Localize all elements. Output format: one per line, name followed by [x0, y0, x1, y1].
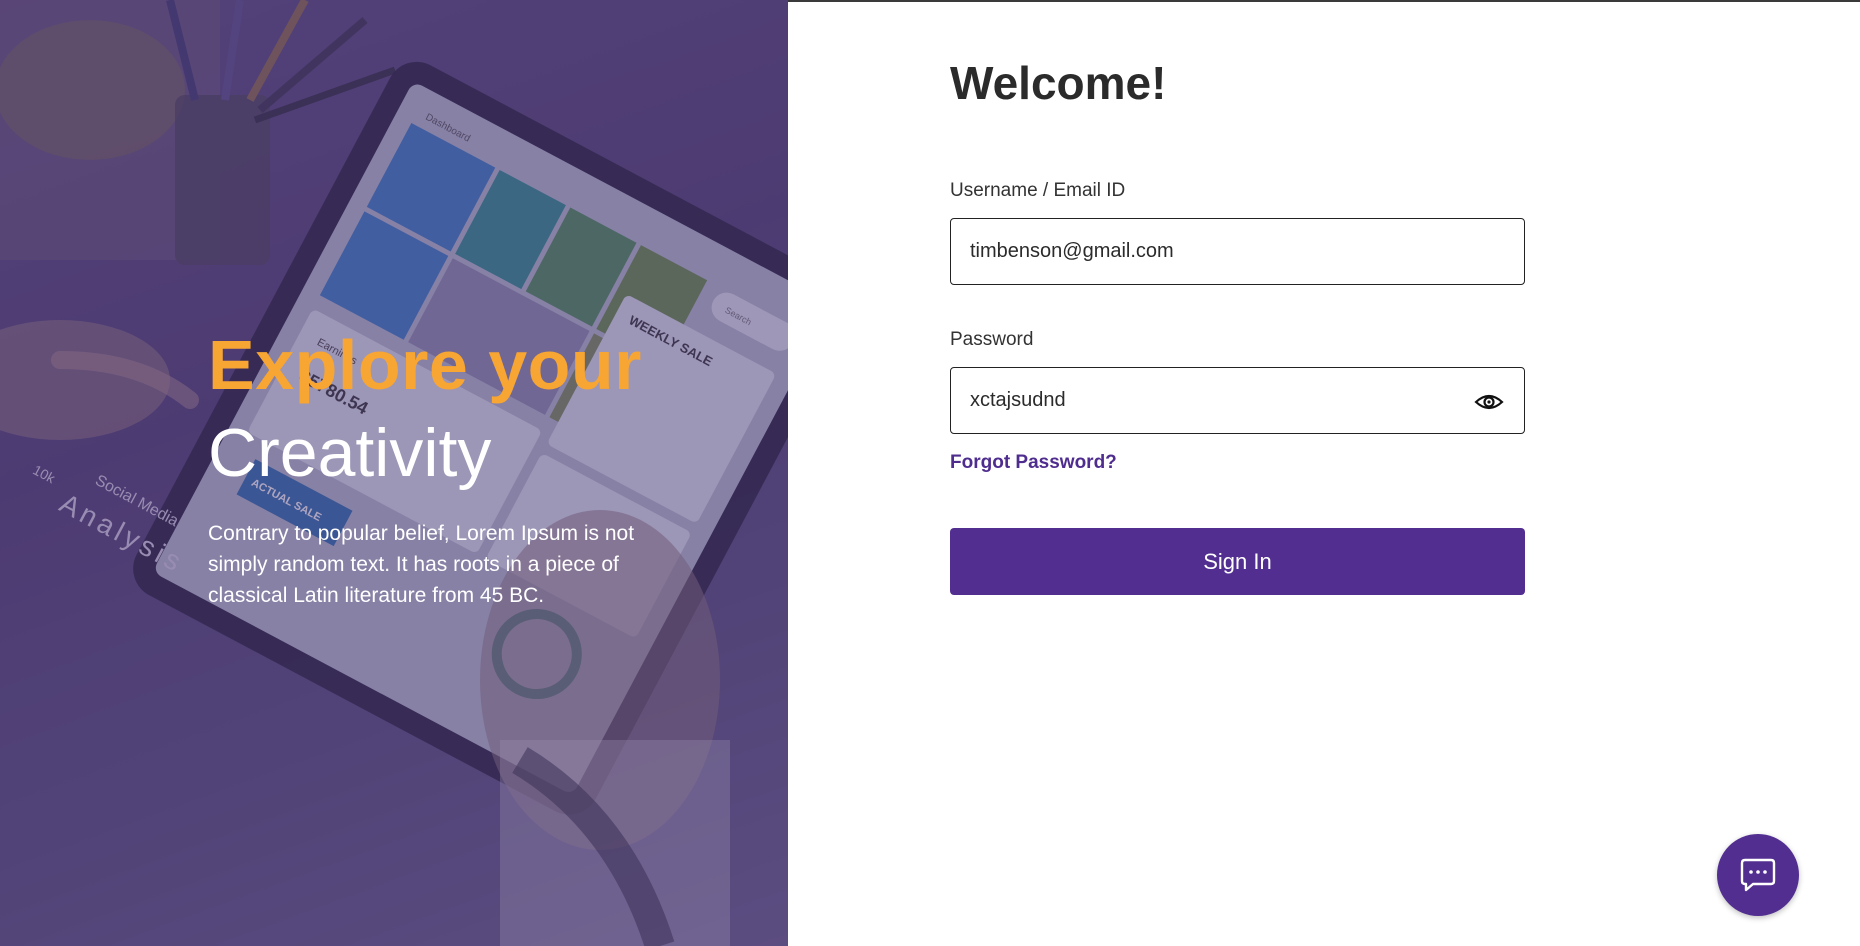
username-label: Username / Email ID	[950, 180, 1126, 201]
forgot-password-link[interactable]: Forgot Password?	[950, 452, 1117, 474]
password-input[interactable]	[970, 368, 1450, 433]
hero-title-highlight: Explore your	[208, 326, 642, 404]
eye-icon[interactable]	[1474, 387, 1504, 417]
sign-in-button[interactable]: Sign In	[950, 528, 1525, 595]
chat-bubble-icon	[1740, 858, 1776, 892]
hero-description: Contrary to popular belief, Lorem Ipsum …	[208, 522, 635, 607]
hero-title: Creativity	[208, 415, 492, 491]
page-title: Welcome!	[950, 57, 1167, 109]
password-field-container	[950, 367, 1525, 434]
password-label: Password	[950, 329, 1034, 350]
username-field-container	[950, 218, 1525, 285]
chat-button[interactable]	[1717, 834, 1799, 916]
username-input[interactable]	[970, 219, 1450, 284]
hero-panel: Dashboard Search WEEKLY SALE Earnings $5…	[0, 0, 788, 946]
